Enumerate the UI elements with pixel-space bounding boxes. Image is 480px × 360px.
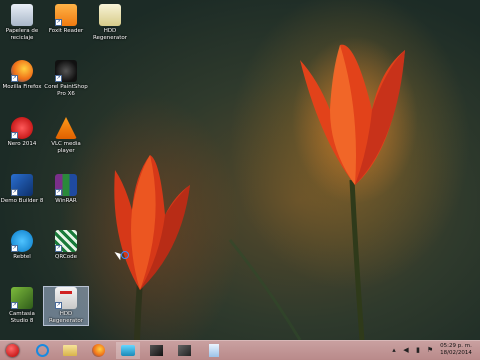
show-hidden-icons[interactable]: ▴ [390,346,398,354]
icon-label: Camtasia Studio 8 [9,311,35,324]
demo-builder-shortcut[interactable]: ↗ Demo Builder 8 [0,174,44,205]
hdd-regenerator-shortcut[interactable]: ↗ HDD Regenerator [43,286,89,326]
clock-time: 05:29 p. m. [440,343,472,349]
taskbar-firefox[interactable] [86,342,110,359]
hdd-regenerator-folder-icon [99,4,121,26]
icon-label: HDD Regenerator [48,311,84,324]
demo-builder-icon: ↗ [11,174,33,196]
firefox-shortcut[interactable]: ↗ Mozilla Firefox [0,60,44,91]
taskbar-file-explorer[interactable] [58,342,82,359]
qrcode-shortcut[interactable]: ↗ QRCode [44,230,88,261]
recycle-bin-icon [11,4,33,26]
icon-label: WinRAR [55,198,77,204]
foxit-reader-icon: ↗ [55,4,77,26]
start-button[interactable] [0,342,24,359]
start-orb-icon [5,344,19,357]
icon-label: QRCode [55,254,77,260]
action-center-flag-icon[interactable]: ⚑ [426,346,434,354]
firefox-icon: ↗ [11,60,33,82]
vlc-shortcut[interactable]: VLC media player [44,117,88,155]
camtasia-icon: ↗ [11,287,33,309]
camtasia-shortcut[interactable]: ↗ Camtasia Studio 8 [0,287,44,325]
shortcut-arrow-icon: ↗ [55,75,62,82]
vlc-icon [55,117,77,139]
winrar-shortcut[interactable]: ↗ WinRAR [44,174,88,205]
camtasia-icon [149,345,163,356]
clock[interactable]: 05:29 p. m. 18/02/2014 [436,343,476,357]
volume-icon[interactable]: ◀ [402,346,410,354]
icon-label: VLC media player [51,141,81,154]
taskbar-camtasia[interactable] [144,342,168,359]
icon-label: Foxit Reader [48,28,84,34]
taskbar-app-active[interactable] [116,342,140,359]
shortcut-arrow-icon: ↗ [11,75,18,82]
firefox-icon [91,344,105,357]
rebtel-icon: ↗ [11,230,33,252]
taskbar-camtasia-recorder[interactable] [172,342,196,359]
qrcode-icon: ↗ [55,230,77,252]
red-bar-icon [60,291,72,294]
taskbar: ▴ ◀ ▮ ⚑ 05:29 p. m. 18/02/2014 [0,340,480,360]
shortcut-arrow-icon: ↗ [55,302,62,309]
taskbar-notepad[interactable] [202,342,226,359]
shortcut-arrow-icon: ↗ [11,189,18,196]
shortcut-arrow-icon: ↗ [11,132,18,139]
hdd-regenerator-icon: ↗ [55,287,77,309]
network-icon[interactable]: ▮ [414,346,422,354]
shortcut-arrow-icon: ↗ [11,302,18,309]
internet-explorer-icon [35,344,49,357]
shortcut-arrow-icon: ↗ [55,245,62,252]
corel-paintshop-icon: ↗ [55,60,77,82]
rebtel-shortcut[interactable]: ↗ Rebtel [0,230,44,261]
icon-label: Rebtel [13,254,31,260]
shortcut-arrow-icon: ↗ [55,19,62,26]
shortcut-arrow-icon: ↗ [55,189,62,196]
recycle-bin-shortcut[interactable]: Papelera de reciclaje [0,4,44,42]
icon-label: Demo Builder 8 [0,198,44,204]
app-window-icon [121,345,135,356]
busy-indicator-icon [121,251,129,259]
icon-label: Mozilla Firefox [2,84,42,90]
foxit-reader-shortcut[interactable]: ↗ Foxit Reader [44,4,88,35]
icon-label: HDD Regenerator [92,28,128,41]
clock-date: 18/02/2014 [440,350,472,356]
icon-label: Papelera de reciclaje [5,28,39,41]
hdd-regenerator-folder[interactable]: HDD Regenerator [88,4,132,42]
shortcut-arrow-icon: ↗ [11,245,18,252]
taskbar-internet-explorer[interactable] [30,342,54,359]
winrar-icon: ↗ [55,174,77,196]
recorder-icon [177,345,191,356]
icon-label: Nero 2014 [7,141,37,147]
nero-icon: ↗ [11,117,33,139]
icon-label: Corel PaintShop Pro X6 [44,84,88,97]
desktop[interactable]: Papelera de reciclaje ↗ Mozilla Firefox … [0,0,480,340]
corel-paintshop-shortcut[interactable]: ↗ Corel PaintShop Pro X6 [44,60,88,98]
nero-shortcut[interactable]: ↗ Nero 2014 [0,117,44,148]
folder-icon [63,345,77,356]
document-icon [209,344,219,357]
